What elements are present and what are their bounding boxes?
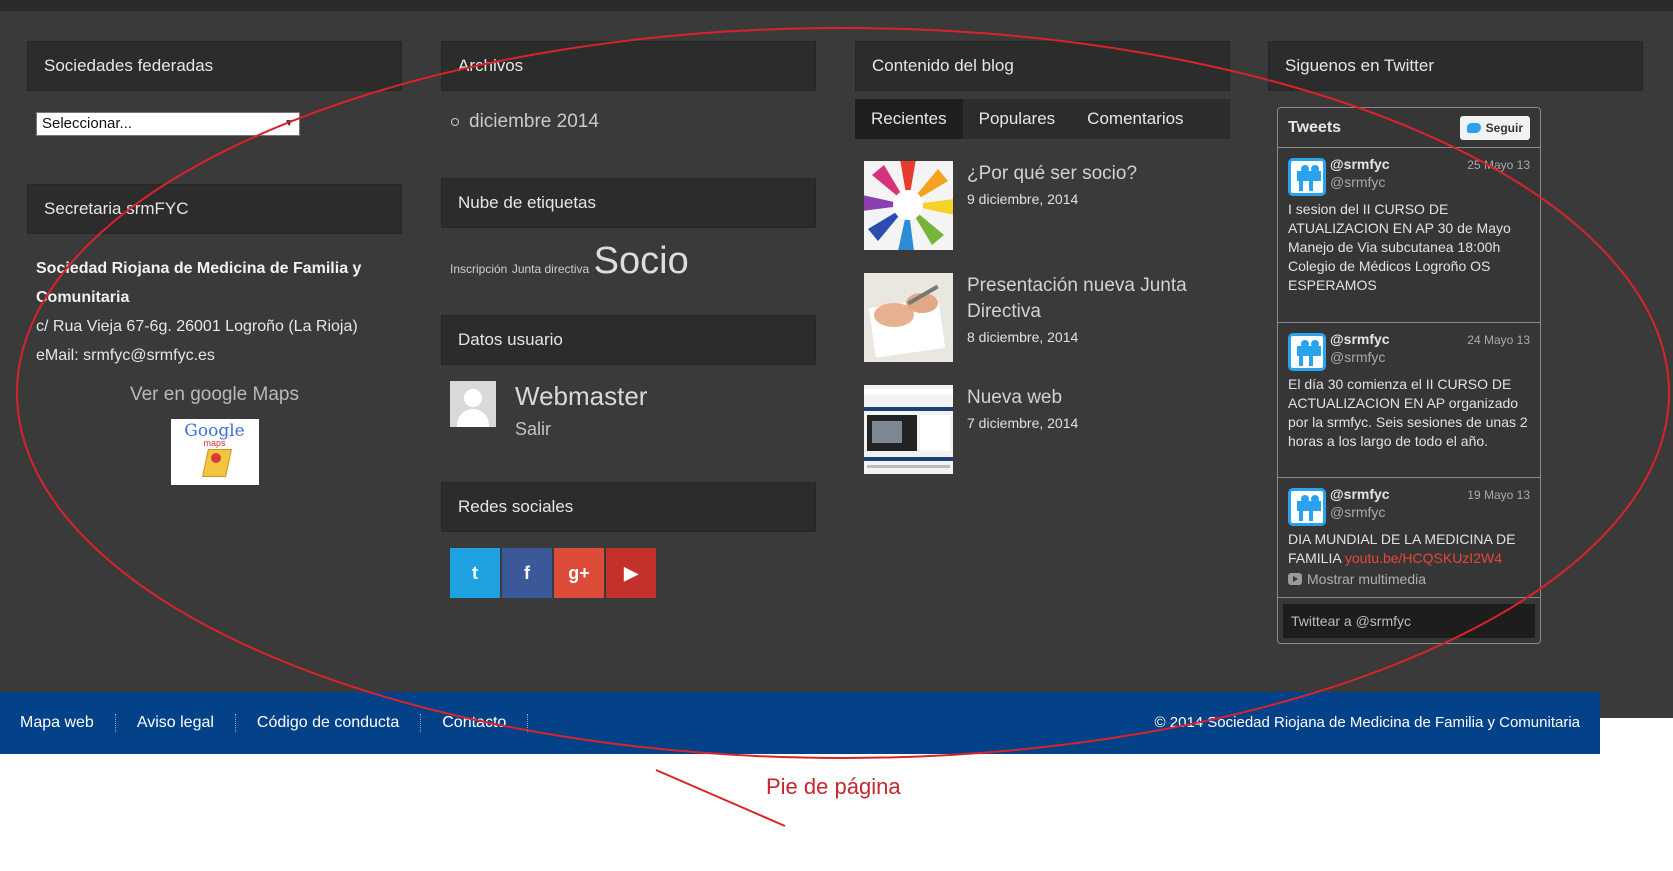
google-maps-logo[interactable]: Google maps <box>170 419 259 485</box>
post-title[interactable]: ¿Por qué ser socio? <box>967 161 1137 187</box>
post-date: 8 diciembre, 2014 <box>967 329 1079 345</box>
twitter-title: Siguenos en Twitter <box>1268 41 1643 91</box>
post-date: 9 diciembre, 2014 <box>967 191 1079 207</box>
user-panel: Webmaster Salir <box>450 381 816 440</box>
tweet[interactable]: @srmfyc @srmfyc 25 Mayo 13 I sesion del … <box>1278 148 1540 323</box>
show-media-link[interactable]: Mostrar multimedia <box>1288 571 1530 587</box>
address: c/ Rua Vieja 67-6g. 26001 Logroño (La Ri… <box>36 318 358 335</box>
tweet[interactable]: @srmfyc @srmfyc 24 Mayo 13 El día 30 com… <box>1278 323 1540 478</box>
column-3: Contenido del blog Recientes Populares C… <box>855 41 1230 474</box>
avatar <box>450 381 496 427</box>
tweets-label: Tweets <box>1288 118 1342 136</box>
post-title[interactable]: Presentación nueva Junta Directiva <box>967 273 1230 325</box>
post-date: 7 diciembre, 2014 <box>967 415 1079 431</box>
google-plus-icon: g+ <box>568 562 590 583</box>
youtube-icon: ▶ <box>624 562 638 583</box>
org-name: Sociedad Riojana de Medicina de Familia … <box>36 260 362 306</box>
google-plus-button[interactable]: g+ <box>554 548 604 598</box>
post-thumbnail-web[interactable] <box>864 385 953 474</box>
tweet-text: I sesion del II CURSO DE ATUALIZACION EN… <box>1288 201 1511 293</box>
tweet-username: @srmfyc <box>1330 504 1386 520</box>
post-thumbnail-pencils[interactable] <box>864 161 953 250</box>
twitter-widget: Tweets Seguir @srmfyc @srmfyc 25 Mayo 13… <box>1277 107 1541 644</box>
tweet-compose-input[interactable]: Twittear a @srmfyc <box>1283 604 1535 638</box>
chevron-down-icon: ▼ <box>284 118 294 129</box>
tab-recientes[interactable]: Recientes <box>855 99 963 139</box>
footer-link-aviso-legal[interactable]: Aviso legal <box>116 714 236 732</box>
select-value: Seleccionar... <box>42 115 133 132</box>
logout-link[interactable]: Salir <box>515 419 647 440</box>
tweet-link[interactable]: youtu.be/HCQSKUzI2W4 <box>1345 550 1502 566</box>
footer-nav: Mapa web Aviso legal Código de conducta … <box>20 692 529 754</box>
column-2: Archivos diciembre 2014 Nube de etiqueta… <box>441 41 816 598</box>
widgets-area: Sociedades federadas Seleccionar... ▼ Se… <box>0 11 1673 718</box>
twitter-icon: t <box>472 562 478 583</box>
datos-usuario-title: Datos usuario <box>441 315 816 365</box>
archive-item[interactable]: diciembre 2014 <box>451 111 816 133</box>
avatar[interactable] <box>1288 158 1326 196</box>
email[interactable]: eMail: srmfyc@srmfyc.es <box>36 341 402 370</box>
list-item[interactable]: Nueva web 7 diciembre, 2014 <box>864 385 1230 474</box>
tab-comentarios[interactable]: Comentarios <box>1071 99 1199 139</box>
post-title[interactable]: Nueva web <box>967 385 1078 411</box>
tweet-username: @srmfyc <box>1330 349 1386 365</box>
footer-link-codigo-conducta[interactable]: Código de conducta <box>236 714 422 732</box>
blog-tabs: Recientes Populares Comentarios <box>855 99 1230 139</box>
tweet-username: @srmfyc <box>1330 174 1386 190</box>
avatar[interactable] <box>1288 333 1326 371</box>
tweet-text: DIA MUNDIAL DE LA MEDICINA DE FAMILIA yo… <box>1288 530 1530 568</box>
secretaria-title: Secretaria srmFYC <box>27 184 402 234</box>
social-buttons: t f g+ ▶ <box>450 548 816 598</box>
youtube-button[interactable]: ▶ <box>606 548 656 598</box>
column-4: Siguenos en Twitter Tweets Seguir @srmfy… <box>1268 41 1643 644</box>
maps-logo-sub: maps <box>203 438 226 448</box>
secretaria-info: Sociedad Riojana de Medicina de Familia … <box>36 254 402 370</box>
archive-item-label: diciembre 2014 <box>469 111 599 132</box>
pin-icon <box>210 453 221 463</box>
user-name[interactable]: Webmaster <box>515 381 647 411</box>
tag-socio[interactable]: Socio <box>594 240 689 282</box>
follow-button[interactable]: Seguir <box>1459 115 1530 140</box>
footer: Mapa web Aviso legal Código de conducta … <box>0 692 1600 754</box>
play-icon <box>1288 573 1302 585</box>
list-item[interactable]: Presentación nueva Junta Directiva 8 dic… <box>864 273 1230 362</box>
follow-label: Seguir <box>1485 120 1523 135</box>
tab-populares[interactable]: Populares <box>963 99 1072 139</box>
column-1: Sociedades federadas Seleccionar... ▼ Se… <box>27 41 402 485</box>
redes-sociales-title: Redes sociales <box>441 482 816 532</box>
show-media-label: Mostrar multimedia <box>1307 571 1427 587</box>
federadas-title: Sociedades federadas <box>27 41 402 91</box>
tag-inscripcion[interactable]: Inscripción <box>450 262 507 276</box>
nube-title: Nube de etiquetas <box>441 178 816 228</box>
copyright: © 2014 Sociedad Riojana de Medicina de F… <box>1154 714 1580 731</box>
facebook-button[interactable]: f <box>502 548 552 598</box>
list-item[interactable]: ¿Por qué ser socio? 9 diciembre, 2014 <box>864 161 1230 250</box>
tag-junta-directiva[interactable]: Junta directiva <box>512 262 589 276</box>
blog-title: Contenido del blog <box>855 41 1230 91</box>
top-bar <box>0 0 1673 11</box>
facebook-icon: f <box>524 562 530 583</box>
federadas-select[interactable]: Seleccionar... ▼ <box>36 112 300 136</box>
tweet-date[interactable]: 19 Mayo 13 <box>1467 488 1530 502</box>
archivos-title: Archivos <box>441 41 816 91</box>
avatar[interactable] <box>1288 488 1326 526</box>
tweet-date[interactable]: 24 Mayo 13 <box>1467 333 1530 347</box>
tweet-date[interactable]: 25 Mayo 13 <box>1467 158 1530 172</box>
footer-link-mapa-web[interactable]: Mapa web <box>20 714 116 732</box>
footer-link-contacto[interactable]: Contacto <box>421 714 529 732</box>
post-thumbnail-hands[interactable] <box>864 273 953 362</box>
tweet-text: El día 30 comienza el II CURSO DE ACTUAL… <box>1288 376 1528 449</box>
google-maps-link[interactable]: Ver en google Maps <box>27 384 402 406</box>
bullet-icon <box>451 118 459 126</box>
twitter-bird-icon <box>1466 122 1481 133</box>
tag-cloud: Inscripción Junta directiva Socio <box>450 240 816 283</box>
annotation-label: Pie de página <box>766 774 901 799</box>
tweet[interactable]: @srmfyc @srmfyc 19 Mayo 13 DIA MUNDIAL D… <box>1278 478 1540 598</box>
twitter-button[interactable]: t <box>450 548 500 598</box>
